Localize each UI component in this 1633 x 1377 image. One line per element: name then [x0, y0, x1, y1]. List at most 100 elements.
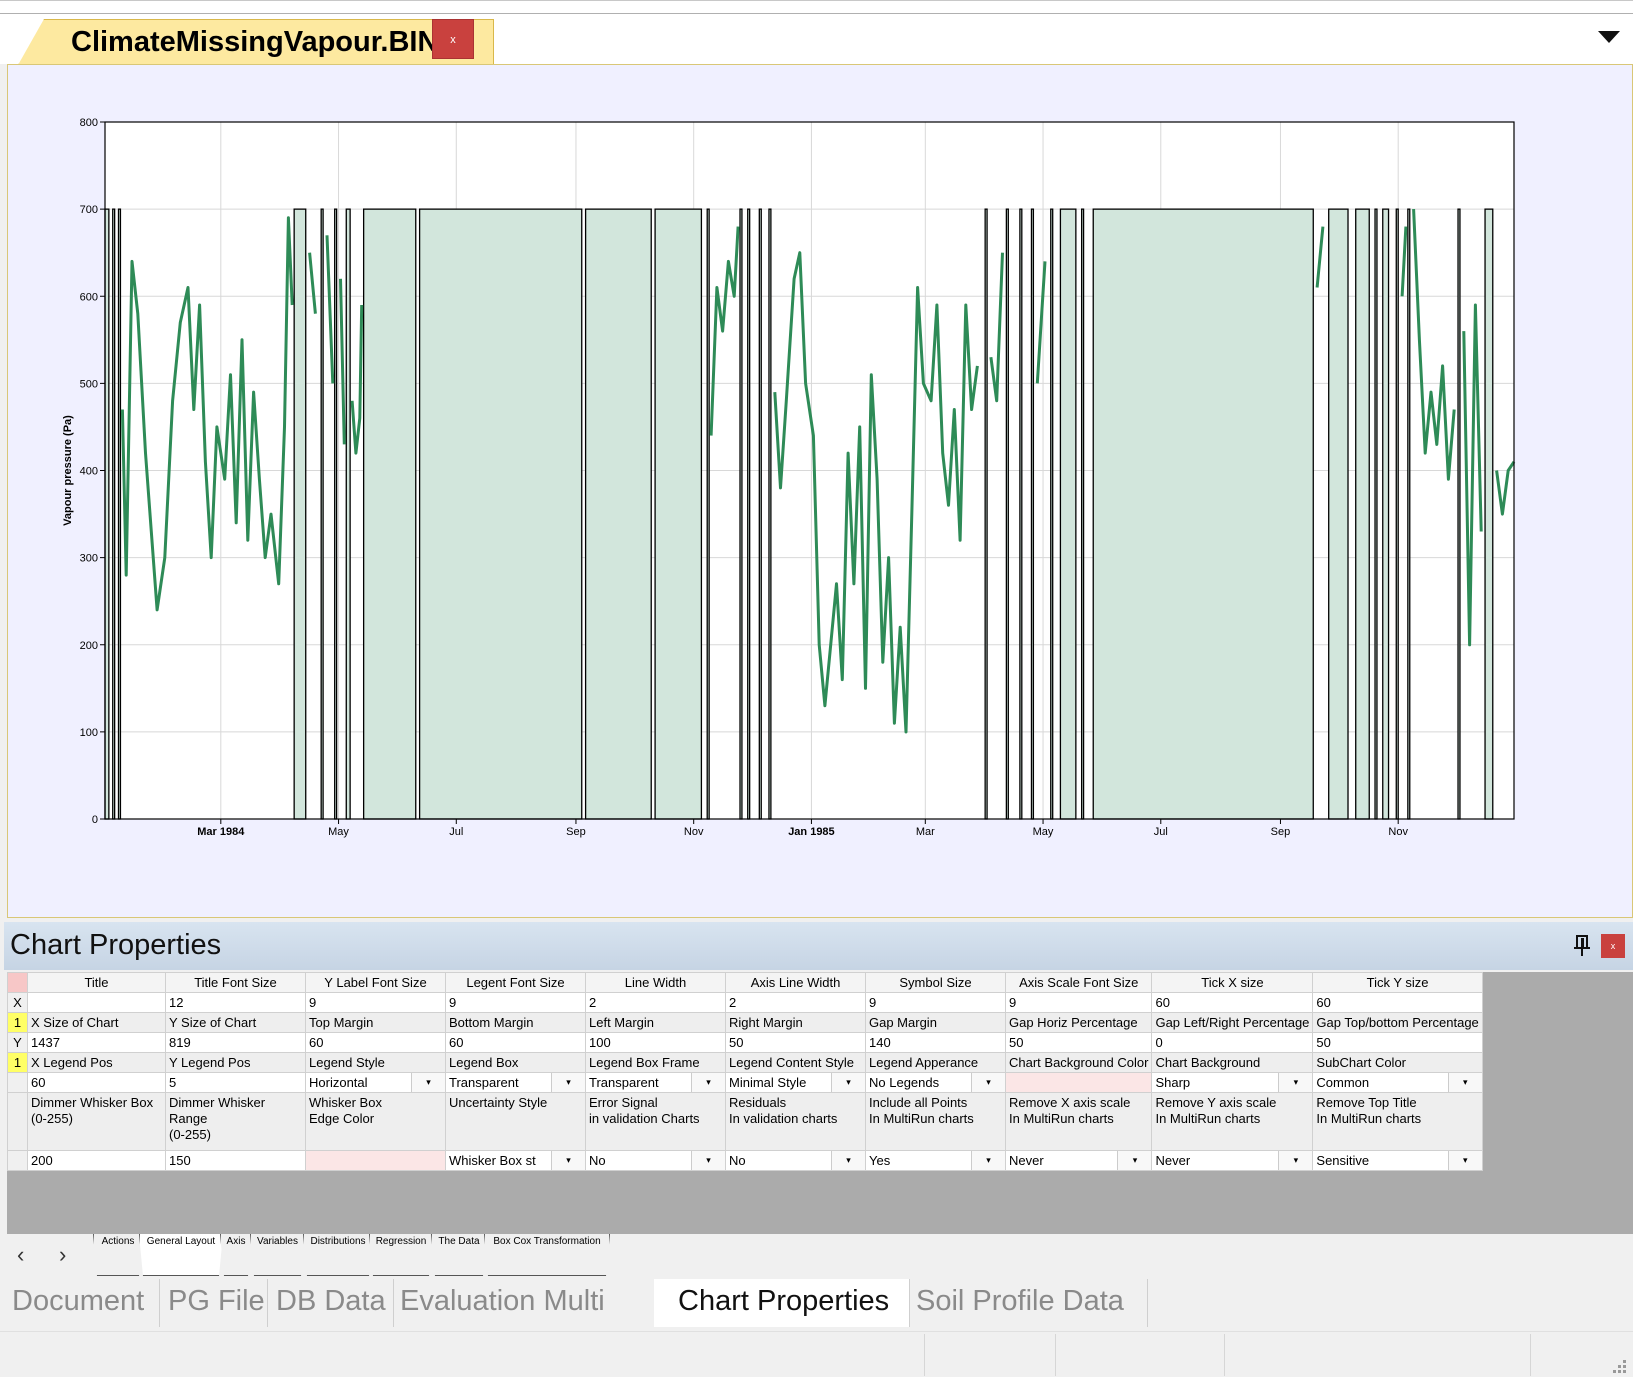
dropdown[interactable]: No ▾ [589, 1151, 725, 1170]
grid-column-header[interactable]: Symbol Size [865, 972, 1006, 993]
sheet-tab-the-data[interactable]: The Data [431, 1234, 487, 1276]
grid-value-cell[interactable] [27, 992, 166, 1013]
dropdown-arrow-icon[interactable]: ▾ [831, 1151, 865, 1170]
grid-value-cell[interactable]: 60 [27, 1072, 166, 1093]
dropdown[interactable]: Sensitive ▾ [1316, 1151, 1482, 1170]
panel-tab-evaluation-multi[interactable]: Evaluation Multi [400, 1279, 634, 1327]
grid-dropdown-cell[interactable]: Transparent ▾ [585, 1072, 726, 1093]
grid-dropdown-cell[interactable]: Sharp ▾ [1151, 1072, 1314, 1093]
dropdown[interactable]: Horizontal ▾ [309, 1073, 445, 1092]
grid-dropdown-cell[interactable]: Minimal Style ▾ [725, 1072, 866, 1093]
grid-value-cell[interactable]: 50 [1004, 1032, 1153, 1053]
sheet-tab-variables[interactable]: Variables [250, 1234, 305, 1276]
dropdown[interactable]: Transparent ▾ [449, 1073, 585, 1092]
dropdown-arrow-icon[interactable]: ▾ [1278, 1151, 1312, 1170]
dropdown[interactable]: No Legends ▾ [869, 1073, 1005, 1092]
dropdown-arrow-icon[interactable]: ▾ [971, 1073, 1005, 1092]
grid-value-cell[interactable]: 9 [305, 992, 446, 1013]
grid-column-header[interactable]: Axis Scale Font Size [1004, 972, 1153, 993]
panel-tab-soil-profile-data[interactable]: Soil Profile Data [916, 1279, 1148, 1327]
grid-dropdown-cell[interactable]: Common ▾ [1312, 1072, 1483, 1093]
grid-dropdown-cell[interactable]: Never ▾ [1151, 1150, 1314, 1171]
dropdown-arrow-icon[interactable]: ▾ [1278, 1073, 1312, 1092]
chart-properties-close-button[interactable]: x [1601, 934, 1625, 958]
dropdown-arrow-icon[interactable]: ▾ [691, 1151, 725, 1170]
dropdown[interactable]: Minimal Style ▾ [729, 1073, 865, 1092]
dropdown[interactable]: No ▾ [729, 1151, 865, 1170]
dropdown-arrow-icon[interactable]: ▾ [551, 1073, 585, 1092]
grid-row-header[interactable]: 1 [7, 1012, 28, 1033]
panel-tab-document[interactable]: Document [12, 1279, 160, 1327]
grid-value-cell[interactable]: 819 [165, 1032, 306, 1053]
grid-value-cell[interactable]: 50 [725, 1032, 866, 1053]
grid-dropdown-cell[interactable]: No ▾ [725, 1150, 866, 1171]
grid-value-cell[interactable]: 9 [445, 992, 586, 1013]
dropdown-arrow-icon[interactable]: ▾ [1117, 1151, 1151, 1170]
grid-column-header[interactable]: Line Width [585, 972, 726, 993]
dropdown-arrow-icon[interactable]: ▾ [411, 1073, 445, 1092]
grid-value-cell[interactable]: 60 [1151, 992, 1314, 1013]
grid-value-cell[interactable] [1004, 1072, 1153, 1093]
grid-column-header[interactable]: Tick Y size [1312, 972, 1483, 993]
grid-dropdown-cell[interactable]: Never ▾ [1004, 1150, 1153, 1171]
grid-value-cell[interactable]: 1437 [27, 1032, 166, 1053]
sheet-tab-actions[interactable]: Actions [93, 1234, 143, 1276]
grid-value-cell[interactable]: 140 [865, 1032, 1006, 1053]
grid-value-cell[interactable]: 9 [865, 992, 1006, 1013]
grid-column-header[interactable]: Tick X size [1151, 972, 1314, 993]
grid-column-header[interactable]: Title [27, 972, 166, 993]
document-tab[interactable]: ClimateMissingVapour.BIN [18, 19, 494, 65]
dropdown-arrow-icon[interactable]: ▾ [1447, 1151, 1482, 1170]
dropdown-arrow-icon[interactable]: ▾ [551, 1151, 585, 1170]
panel-tab-db-data[interactable]: DB Data [276, 1279, 394, 1327]
grid-dropdown-cell[interactable]: Yes ▾ [865, 1150, 1006, 1171]
grid-column-header[interactable]: Legent Font Size [445, 972, 586, 993]
grid-row-header[interactable]: Y [7, 1032, 28, 1053]
grid-row-header[interactable] [7, 1150, 28, 1171]
resize-grip-icon[interactable] [1613, 1360, 1627, 1374]
grid-value-cell[interactable]: 50 [1312, 1032, 1483, 1053]
grid-dropdown-cell[interactable]: No Legends ▾ [865, 1072, 1006, 1093]
dropdown[interactable]: Never ▾ [1155, 1151, 1312, 1170]
grid-value-cell[interactable]: 100 [585, 1032, 726, 1053]
grid-dropdown-cell[interactable]: Transparent ▾ [445, 1072, 586, 1093]
dropdown-arrow-icon[interactable]: ▾ [971, 1151, 1005, 1170]
dropdown[interactable]: Sharp ▾ [1155, 1073, 1312, 1092]
sheet-tab-box-cox[interactable]: Box Cox Transformation [484, 1234, 610, 1276]
grid-value-cell[interactable]: 2 [585, 992, 726, 1013]
grid-value-cell[interactable]: 150 [165, 1150, 306, 1171]
dropdown[interactable]: Never ▾ [1009, 1151, 1151, 1170]
grid-value-cell[interactable]: 9 [1004, 992, 1153, 1013]
grid-dropdown-cell[interactable]: Sensitive ▾ [1312, 1150, 1483, 1171]
grid-row-header[interactable]: 1 [7, 1052, 28, 1073]
sheet-tab-distributions[interactable]: Distributions [303, 1234, 373, 1276]
dropdown[interactable]: Transparent ▾ [589, 1073, 725, 1092]
grid-column-header[interactable]: Title Font Size [165, 972, 306, 993]
grid-column-header[interactable]: Axis Line Width [725, 972, 866, 993]
sheet-prev-icon[interactable]: ‹ [17, 1242, 24, 1268]
grid-dropdown-cell[interactable]: Whisker Box st ▾ [445, 1150, 586, 1171]
grid-row-header[interactable] [7, 1072, 28, 1093]
sheet-tab-axis[interactable]: Axis [220, 1234, 252, 1276]
grid-row-header[interactable] [7, 1092, 28, 1151]
grid-value-cell[interactable]: 60 [1312, 992, 1483, 1013]
dropdown[interactable]: Whisker Box st ▾ [449, 1151, 585, 1170]
dropdown-arrow-icon[interactable]: ▾ [691, 1073, 725, 1092]
panel-tab-chart-properties[interactable]: Chart Properties [654, 1279, 910, 1327]
grid-value-cell[interactable]: 0 [1151, 1032, 1314, 1053]
grid-value-cell[interactable]: 60 [445, 1032, 586, 1053]
grid-dropdown-cell[interactable]: Horizontal ▾ [305, 1072, 446, 1093]
document-tab-close-button[interactable]: x [432, 19, 474, 59]
grid-value-cell[interactable] [305, 1150, 446, 1171]
panel-tab-pg-file[interactable]: PG File [168, 1279, 268, 1327]
grid-row-header[interactable]: X [7, 992, 28, 1013]
dropdown[interactable]: Common ▾ [1316, 1073, 1482, 1092]
tab-list-dropdown-icon[interactable] [1598, 31, 1620, 43]
grid-value-cell[interactable]: 12 [165, 992, 306, 1013]
grid-column-header[interactable]: Y Label Font Size [305, 972, 446, 993]
sheet-next-icon[interactable]: › [59, 1242, 66, 1268]
grid-value-cell[interactable]: 5 [165, 1072, 306, 1093]
grid-value-cell[interactable]: 200 [27, 1150, 166, 1171]
dropdown-arrow-icon[interactable]: ▾ [831, 1073, 865, 1092]
pin-icon[interactable] [1572, 934, 1592, 958]
